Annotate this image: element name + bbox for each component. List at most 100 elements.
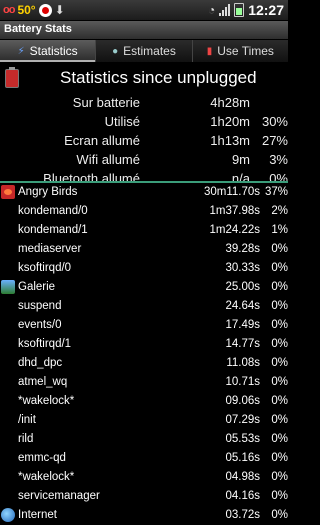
process-percent: 0% [271, 319, 288, 331]
app-title: Battery Stats [4, 23, 72, 35]
tab-estimates[interactable]: ● Estimates [96, 40, 193, 62]
stats-header: Statistics since unplugged [0, 66, 288, 94]
process-row[interactable]: *wakelock* 09.06s 0% [0, 392, 288, 411]
temperature-indicator: 50° [17, 3, 36, 17]
process-name: servicemanager [18, 490, 100, 502]
process-name: *wakelock* [18, 395, 75, 407]
process-percent: 0% [271, 243, 288, 255]
process-row[interactable]: mediaserver 39.28s 0% [0, 240, 288, 259]
gallery-icon [1, 280, 15, 294]
process-time: 24.64s [225, 300, 260, 312]
tab-statistics[interactable]: ⚡ Statistics [0, 40, 97, 62]
process-row[interactable]: servicemanager 04.16s 0% [0, 487, 288, 506]
process-row[interactable]: kondemand/0 1m37.98s 2% [0, 202, 288, 221]
process-name: atmel_wq [18, 376, 68, 388]
process-time: 10.71s [225, 376, 260, 388]
process-percent: 0% [271, 414, 288, 426]
plug-icon: ⚡ [17, 45, 25, 57]
process-percent: 0% [271, 509, 288, 521]
internet-icon [1, 508, 15, 522]
process-name: Internet [18, 509, 57, 521]
process-time: 09.06s [225, 395, 260, 407]
summary-value: 1h20m [210, 114, 250, 129]
tab-label: Estimates [123, 44, 176, 58]
record-icon [38, 3, 52, 17]
process-name: Galerie [18, 281, 56, 293]
process-percent: 37% [264, 186, 288, 198]
process-time: 04.98s [225, 471, 260, 483]
tab-label: Use Times [217, 44, 274, 58]
clock: 12:27 [248, 2, 284, 18]
process-time: 17.49s [225, 319, 260, 331]
process-name: dhd_dpc [18, 357, 63, 369]
summary-label: Wifi allumé [76, 152, 140, 167]
process-name: ksoftirqd/1 [18, 338, 72, 350]
battery-icon [5, 67, 19, 88]
process-name: kondemand/0 [18, 205, 88, 217]
summary-row: Wifi allumé 9m 3% [0, 150, 288, 169]
process-time: 1m37.98s [209, 205, 260, 217]
page-title: Statistics since unplugged [60, 68, 257, 87]
process-row[interactable]: rild 05.53s 0% [0, 430, 288, 449]
process-percent: 0% [271, 490, 288, 502]
process-row[interactable]: ksoftirqd/1 14.77s 0% [0, 335, 288, 354]
process-name: *wakelock* [18, 471, 75, 483]
process-percent: 0% [271, 452, 288, 464]
process-name: emmc-qd [18, 452, 66, 464]
process-name: Angry Birds [18, 186, 78, 198]
process-percent: 0% [271, 395, 288, 407]
summary-value: 1h13m [210, 133, 250, 148]
summary-label: Ecran allumé [64, 133, 140, 148]
process-name: /init [18, 414, 36, 426]
process-time: 1m24.22s [209, 224, 260, 236]
process-row[interactable]: Internet 03.72s 0% [0, 506, 288, 525]
process-time: 25.00s [225, 281, 260, 293]
summary-row: Utilisé 1h20m 30% [0, 112, 288, 131]
process-percent: 0% [271, 262, 288, 274]
status-bar: oo 50° ⬇ ◔ 12:27 [0, 0, 288, 21]
summary-row: Sur batterie 4h28m [0, 93, 288, 112]
process-percent: 0% [271, 433, 288, 445]
process-time: 30m11.70s [203, 186, 260, 198]
process-row[interactable]: /init 07.29s 0% [0, 411, 288, 430]
process-time: 07.29s [225, 414, 260, 426]
process-name: ksoftirqd/0 [18, 262, 72, 274]
process-row[interactable]: kondemand/1 1m24.22s 1% [0, 221, 288, 240]
tab-bar: ⚡ Statistics ● Estimates ▮ Use Times [0, 40, 288, 62]
process-name: events/0 [18, 319, 62, 331]
process-row[interactable]: events/0 17.49s 0% [0, 316, 288, 335]
process-percent: 0% [271, 300, 288, 312]
process-row[interactable]: *wakelock* 04.98s 0% [0, 468, 288, 487]
process-row[interactable]: dhd_dpc 11.08s 0% [0, 354, 288, 373]
process-list: Angry Birds 30m11.70s 37% kondemand/0 1m… [0, 183, 288, 525]
process-row[interactable]: Angry Birds 30m11.70s 37% [0, 183, 288, 202]
summary-percent: 3% [269, 152, 288, 167]
tab-use-times[interactable]: ▮ Use Times [192, 40, 288, 62]
process-time: 11.08s [226, 357, 260, 369]
wifi-icon: ◔ [207, 3, 216, 17]
summary-row: Ecran allumé 1h13m 27% [0, 131, 288, 150]
process-time: 39.28s [225, 243, 260, 255]
summary-value: 4h28m [210, 95, 250, 110]
battery-icon [234, 3, 245, 17]
process-name: suspend [18, 300, 62, 312]
process-percent: 0% [271, 338, 288, 350]
process-name: kondemand/1 [18, 224, 88, 236]
angry-birds-icon [1, 185, 15, 199]
process-time: 04.16s [225, 490, 260, 502]
globe-icon: ● [112, 45, 119, 57]
process-row[interactable]: emmc-qd 05.16s 0% [0, 449, 288, 468]
process-row[interactable]: ksoftirqd/0 30.33s 0% [0, 259, 288, 278]
signal-icon [219, 4, 231, 16]
process-percent: 1% [271, 224, 288, 236]
process-row[interactable]: Galerie 25.00s 0% [0, 278, 288, 297]
summary-percent: 30% [261, 114, 288, 129]
download-icon: ⬇ [54, 3, 65, 17]
process-time: 30.33s [225, 262, 260, 274]
process-time: 03.72s [225, 509, 260, 521]
process-row[interactable]: suspend 24.64s 0% [0, 297, 288, 316]
summary-label: Sur batterie [72, 95, 140, 110]
process-row[interactable]: atmel_wq 10.71s 0% [0, 373, 288, 392]
tab-label: Statistics [29, 44, 78, 58]
process-time: 05.16s [225, 452, 260, 464]
